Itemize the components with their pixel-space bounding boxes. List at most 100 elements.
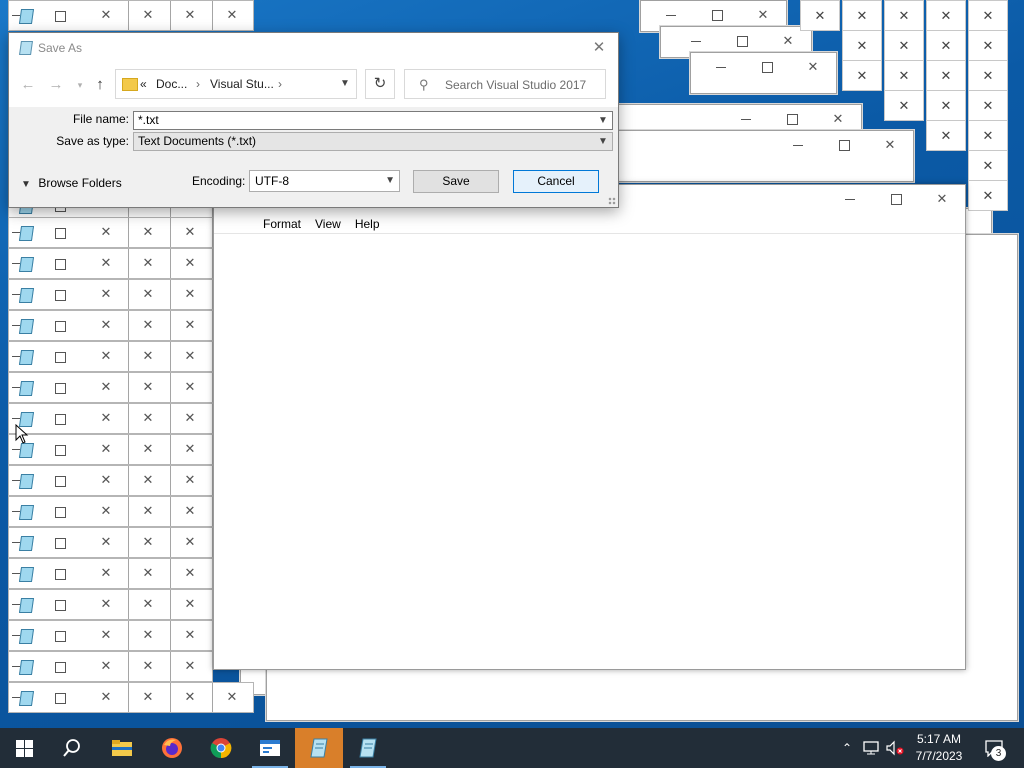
show-hidden-icons-button[interactable]: ⌃	[838, 728, 856, 768]
minimize-icon[interactable]	[775, 131, 821, 159]
close-icon[interactable]: ✕	[98, 441, 114, 457]
breadcrumb-overflow[interactable]: «	[140, 77, 147, 91]
close-icon[interactable]: ✕	[182, 379, 198, 395]
firefox-button[interactable]	[148, 728, 196, 768]
maximize-icon[interactable]	[55, 600, 66, 611]
close-icon[interactable]: ✕	[968, 30, 1008, 61]
close-icon[interactable]	[867, 131, 913, 159]
search-input[interactable]: ⚲ Search Visual Studio 2017	[404, 69, 606, 99]
menu-format[interactable]: Format	[256, 215, 308, 233]
close-icon[interactable]: ✕	[140, 472, 156, 488]
close-icon[interactable]: ✕	[98, 565, 114, 581]
maximize-icon[interactable]	[55, 414, 66, 425]
close-icon[interactable]	[815, 105, 861, 133]
chrome-button[interactable]	[197, 728, 245, 768]
cancel-button[interactable]: Cancel	[513, 170, 599, 193]
maximize-icon[interactable]	[769, 105, 815, 133]
maximize-icon[interactable]	[821, 131, 867, 159]
text-editor[interactable]	[214, 233, 965, 669]
back-arrow-icon[interactable]: ←	[19, 76, 37, 94]
close-icon[interactable]: ✕	[98, 410, 114, 426]
close-icon[interactable]: ✕	[968, 180, 1008, 211]
maximize-icon[interactable]	[744, 53, 790, 81]
close-icon[interactable]: ✕	[140, 7, 156, 23]
close-icon[interactable]: ✕	[926, 120, 966, 151]
maximize-icon[interactable]	[55, 259, 66, 270]
close-icon[interactable]: ✕	[884, 90, 924, 121]
minimize-button[interactable]	[827, 185, 873, 213]
close-icon[interactable]: ✕	[182, 658, 198, 674]
volume-muted-icon[interactable]	[884, 728, 906, 768]
maximize-icon[interactable]	[55, 11, 66, 22]
close-icon[interactable]: ✕	[98, 348, 114, 364]
close-icon[interactable]: ✕	[182, 348, 198, 364]
close-icon[interactable]: ✕	[182, 224, 198, 240]
close-icon[interactable]: ✕	[884, 0, 924, 31]
maximize-icon[interactable]	[55, 538, 66, 549]
close-icon[interactable]	[740, 1, 786, 29]
close-icon[interactable]: ✕	[182, 255, 198, 271]
close-icon[interactable]: ✕	[140, 410, 156, 426]
close-icon[interactable]: ✕	[140, 565, 156, 581]
close-icon[interactable]: ✕	[98, 534, 114, 550]
notepad-button[interactable]	[344, 728, 392, 768]
mini-window[interactable]: ✕ ✕ ✕	[8, 651, 213, 682]
close-icon[interactable]: ✕	[98, 379, 114, 395]
file-explorer-button[interactable]	[98, 728, 146, 768]
close-icon[interactable]: ✕	[140, 224, 156, 240]
app-button[interactable]	[246, 728, 294, 768]
close-icon[interactable]: ✕	[98, 224, 114, 240]
close-icon[interactable]: ✕	[182, 7, 198, 23]
browse-folders-toggle[interactable]: ▼ Browse Folders	[21, 176, 122, 190]
close-icon[interactable]: ✕	[182, 596, 198, 612]
close-icon[interactable]	[765, 27, 811, 55]
close-icon[interactable]: ✕	[182, 441, 198, 457]
close-icon[interactable]: ✕	[182, 627, 198, 643]
close-icon[interactable]: ✕	[140, 379, 156, 395]
close-icon[interactable]: ✕	[140, 348, 156, 364]
save-button[interactable]: Save	[413, 170, 499, 193]
close-icon[interactable]: ✕	[968, 0, 1008, 31]
close-icon[interactable]: ✕	[98, 689, 114, 705]
close-button[interactable]: ✕	[919, 185, 965, 213]
close-icon[interactable]: ✕	[182, 534, 198, 550]
menu-help[interactable]: Help	[348, 215, 387, 233]
close-icon[interactable]: ✕	[182, 472, 198, 488]
up-arrow-icon[interactable]: ↑	[91, 76, 109, 94]
chevron-down-icon[interactable]: ▼	[334, 70, 356, 98]
close-icon[interactable]: ✕	[140, 689, 156, 705]
recent-dropdown-icon[interactable]: ▾	[71, 76, 89, 94]
maximize-icon[interactable]	[55, 290, 66, 301]
close-icon[interactable]: ✕	[98, 658, 114, 674]
maximize-icon[interactable]	[719, 27, 765, 55]
notification-center-button[interactable]: 3	[980, 728, 1008, 768]
close-icon[interactable]: ✕	[968, 60, 1008, 91]
close-icon[interactable]: ✕	[140, 441, 156, 457]
close-icon[interactable]: ✕	[182, 565, 198, 581]
close-icon[interactable]: ✕	[98, 286, 114, 302]
search-button[interactable]	[48, 728, 96, 768]
close-icon[interactable]	[790, 53, 836, 81]
breadcrumb-documents[interactable]: Doc...	[156, 77, 187, 91]
close-icon[interactable]: ✕	[884, 60, 924, 91]
chevron-down-icon[interactable]: ▼	[596, 112, 610, 129]
close-icon[interactable]: ✕	[140, 658, 156, 674]
maximize-icon[interactable]	[55, 476, 66, 487]
maximize-icon[interactable]	[55, 321, 66, 332]
mini-window[interactable]: ✕ ✕ ✕	[8, 589, 213, 620]
minimize-icon[interactable]	[698, 53, 744, 81]
maximize-icon[interactable]	[55, 693, 66, 704]
close-icon[interactable]: ✕	[182, 286, 198, 302]
close-icon[interactable]: ✕	[98, 596, 114, 612]
mini-window[interactable]: ✕ ✕ ✕	[8, 620, 213, 651]
close-icon[interactable]: ✕	[842, 60, 882, 91]
close-icon[interactable]: ✕	[98, 503, 114, 519]
maximize-icon[interactable]	[55, 445, 66, 456]
maximize-icon[interactable]	[55, 662, 66, 673]
close-icon[interactable]: ✕	[98, 317, 114, 333]
address-bar[interactable]: « Doc... › Visual Stu... › ▼	[115, 69, 357, 99]
close-icon[interactable]: ✕	[140, 627, 156, 643]
maximize-icon[interactable]	[55, 631, 66, 642]
close-icon[interactable]: ✕	[926, 90, 966, 121]
minimize-icon[interactable]	[723, 105, 769, 133]
